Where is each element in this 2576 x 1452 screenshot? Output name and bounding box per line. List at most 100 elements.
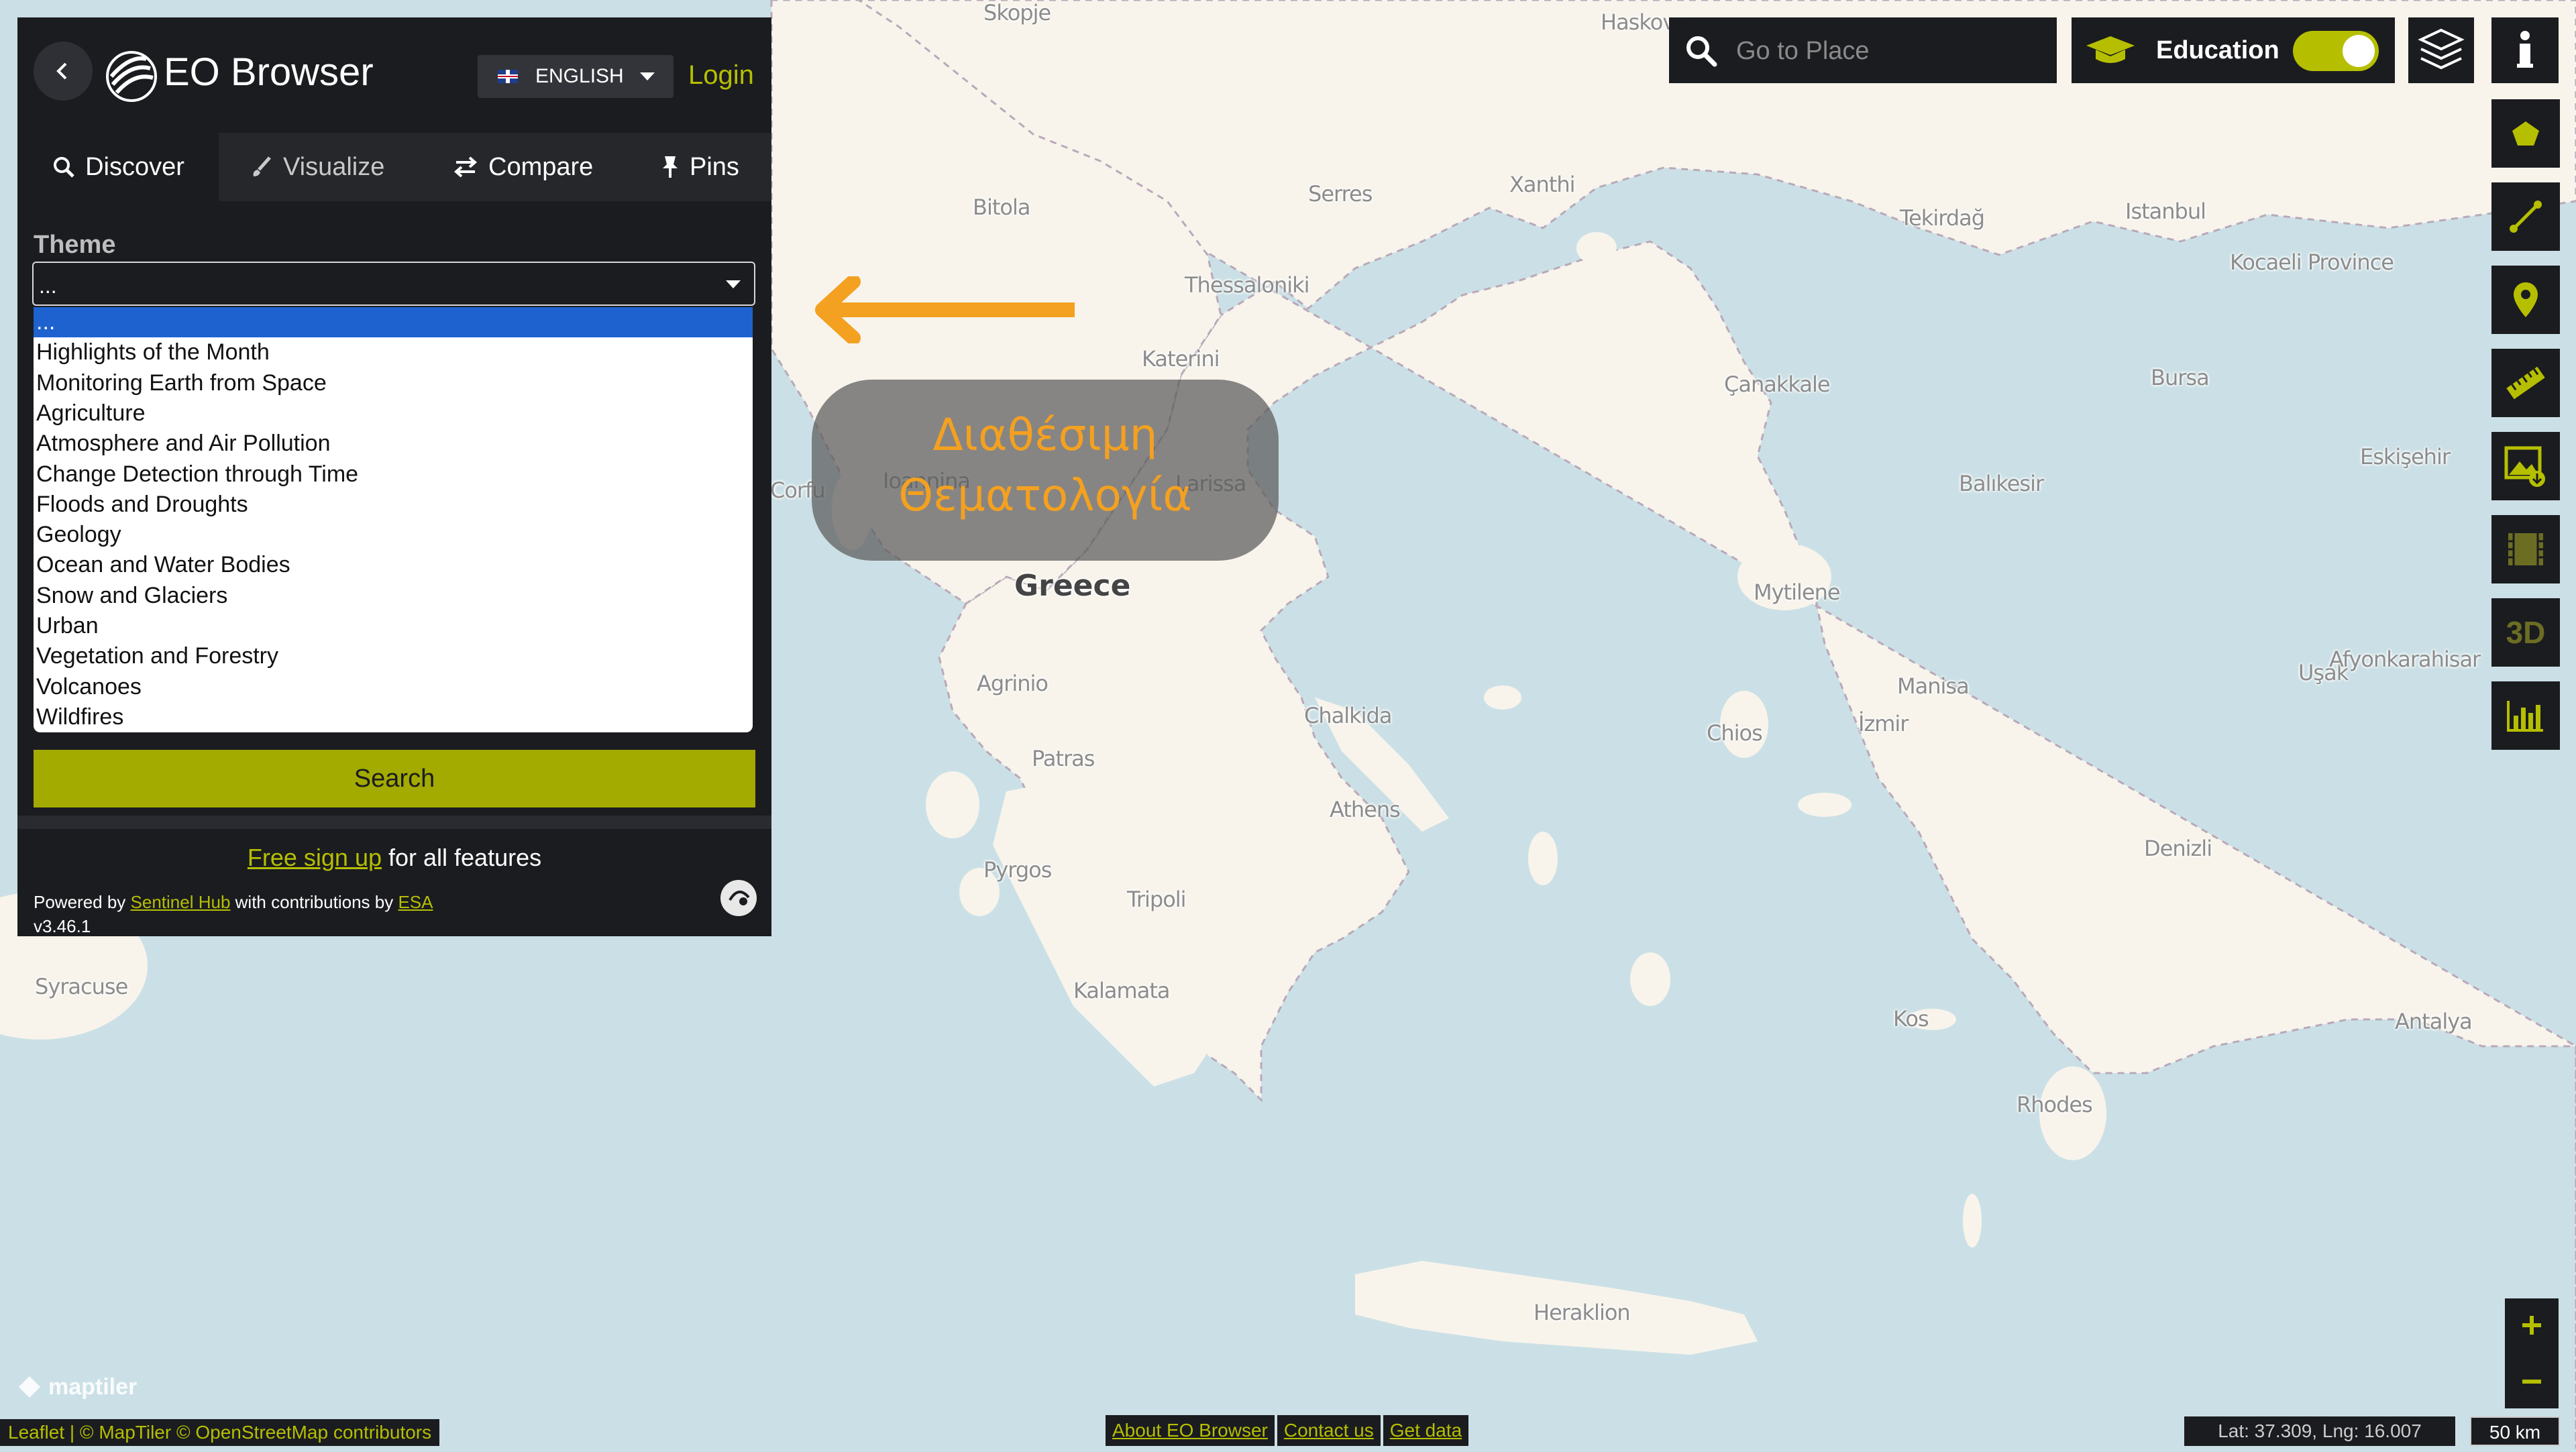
chevron-down-icon <box>726 280 741 288</box>
map-place-label: Manisa <box>1897 673 1970 699</box>
toggle-knob <box>2343 35 2375 67</box>
collapse-panel-button[interactable] <box>34 42 93 101</box>
theme-select[interactable]: ... <box>32 262 755 306</box>
version-text: v3.46.1 <box>34 916 91 936</box>
tab-discover[interactable]: Discover <box>17 133 219 201</box>
map-place-label: Istanbul <box>2125 199 2206 224</box>
esa-logo-icon <box>720 880 757 916</box>
theme-option[interactable]: Monitoring Earth from Space <box>34 368 753 398</box>
map-place-label: Syracuse <box>35 974 128 999</box>
theme-option[interactable]: Change Detection through Time <box>34 459 753 490</box>
tab-visualize[interactable]: Visualize <box>250 133 411 201</box>
place-marker-button[interactable] <box>2491 266 2560 334</box>
tab-pins-label: Pins <box>690 152 739 181</box>
tab-visualize-label: Visualize <box>283 152 385 181</box>
education-mode-control: Education <box>2072 17 2395 83</box>
map-attribution: Leaflet | © MapTiler © OpenStreetMap con… <box>0 1419 440 1446</box>
measure-line-button[interactable] <box>2491 182 2560 251</box>
map-place-label: Agrinio <box>977 671 1049 696</box>
theme-option[interactable]: Floods and Droughts <box>34 490 753 520</box>
compare-arrows-icon <box>453 156 478 178</box>
theme-label: Theme <box>34 231 116 259</box>
draw-polygon-button[interactable] <box>2491 99 2560 168</box>
about-eo-browser-link[interactable]: About EO Browser <box>1106 1415 1275 1446</box>
3d-icon: 3D <box>2506 615 2546 650</box>
map-place-label: Kos <box>1893 1006 1929 1031</box>
annotation-overlay: Διαθέσιμη Θεματολογία <box>812 380 1279 561</box>
contact-us-link[interactable]: Contact us <box>1277 1415 1381 1446</box>
tab-pins[interactable]: Pins <box>660 133 761 201</box>
login-link[interactable]: Login <box>688 60 754 91</box>
map-place-label: Thessaloniki <box>1185 272 1310 298</box>
education-toggle[interactable] <box>2293 31 2379 71</box>
island-karpathos <box>1963 1194 1982 1247</box>
panel-header: EO Browser ENGLISH Login <box>17 17 771 131</box>
tab-compare[interactable]: Compare <box>452 133 620 201</box>
map-place-label: Patras <box>1032 746 1095 771</box>
island-lemnos <box>1597 409 1650 449</box>
cursor-coordinates: Lat: 37.309, Lng: 16.007 <box>2184 1416 2455 1446</box>
signup-rest-text: for all features <box>381 844 542 871</box>
theme-option[interactable]: Highlights of the Month <box>34 337 753 368</box>
map-place-label: Katerini <box>1142 346 1220 372</box>
annotation-line-2: Θεματολογία <box>898 469 1192 521</box>
layers-button[interactable] <box>2408 17 2474 83</box>
attribution-text: | © MapTiler © OpenStreetMap contributor… <box>64 1422 432 1443</box>
theme-option[interactable]: ... <box>34 307 753 337</box>
eo-browser-logo-icon <box>105 50 164 103</box>
theme-option[interactable]: Urban <box>34 611 753 641</box>
ruler-icon <box>2506 366 2545 400</box>
leaflet-link[interactable]: Leaflet <box>8 1422 64 1443</box>
map-place-label: Mytilene <box>1754 579 1841 605</box>
get-data-link[interactable]: Get data <box>1383 1415 1469 1446</box>
island-skyros <box>1484 685 1521 710</box>
theme-options-list: ... Highlights of the Month Monitoring Ear… <box>34 307 753 732</box>
free-signup-link[interactable]: Free sign up <box>248 844 382 871</box>
island-thasos <box>1576 232 1617 264</box>
annotation-line-1: Διαθέσιμη <box>932 409 1158 461</box>
panel-divider <box>17 816 771 829</box>
info-button[interactable] <box>2491 17 2559 83</box>
chevron-down-icon <box>639 72 655 80</box>
maptiler-logo-text: maptiler <box>48 1374 138 1400</box>
theme-option[interactable]: Geology <box>34 520 753 550</box>
map-place-label: Eskişehir <box>2360 444 2451 469</box>
sentinel-hub-link[interactable]: Sentinel Hub <box>131 892 231 912</box>
theme-option[interactable]: Wildfires <box>34 702 753 732</box>
go-to-place-input[interactable] <box>1735 17 2053 85</box>
theme-option[interactable]: Agriculture <box>34 398 753 429</box>
zoom-out-button[interactable] <box>2505 1355 2559 1408</box>
theme-option[interactable]: Snow and Glaciers <box>34 581 753 611</box>
ruler-button[interactable] <box>2491 349 2560 417</box>
theme-option[interactable]: Vegetation and Forestry <box>34 641 753 671</box>
theme-option[interactable]: Volcanoes <box>34 672 753 702</box>
timelapse-film-icon <box>2508 533 2543 565</box>
pin-icon <box>663 156 678 178</box>
map-place-label: Skopje <box>983 0 1051 25</box>
image-download-icon <box>2504 446 2545 487</box>
go-to-place-search <box>1669 17 2057 85</box>
esa-link[interactable]: ESA <box>398 892 433 912</box>
language-dropdown[interactable]: ENGLISH <box>478 55 674 98</box>
tab-compare-label: Compare <box>488 152 594 181</box>
plus-icon <box>2522 1316 2541 1335</box>
polygon-icon <box>2512 121 2539 146</box>
zoom-in-button[interactable] <box>2505 1298 2559 1352</box>
search-button[interactable]: Search <box>34 750 755 807</box>
brush-icon <box>253 156 271 176</box>
timelapse-button[interactable] <box>2491 515 2560 583</box>
map-place-label: Chalkida <box>1304 703 1392 728</box>
layers-icon <box>2418 28 2465 70</box>
map-place-label: Bitola <box>973 194 1030 220</box>
3d-view-button[interactable]: 3D <box>2491 598 2560 667</box>
download-image-button[interactable] <box>2491 432 2560 500</box>
tab-discover-label: Discover <box>85 152 184 181</box>
theme-select-value: ... <box>39 274 57 298</box>
theme-option[interactable]: Ocean and Water Bodies <box>34 550 753 580</box>
maptiler-logo-icon <box>19 1376 40 1398</box>
statistics-chart-button[interactable] <box>2491 681 2560 750</box>
theme-option[interactable]: Atmosphere and Air Pollution <box>34 429 753 459</box>
map-place-label: İzmir <box>1858 711 1909 736</box>
map-place-label: Bursa <box>2151 365 2210 390</box>
map-place-label: Chios <box>1707 720 1763 746</box>
